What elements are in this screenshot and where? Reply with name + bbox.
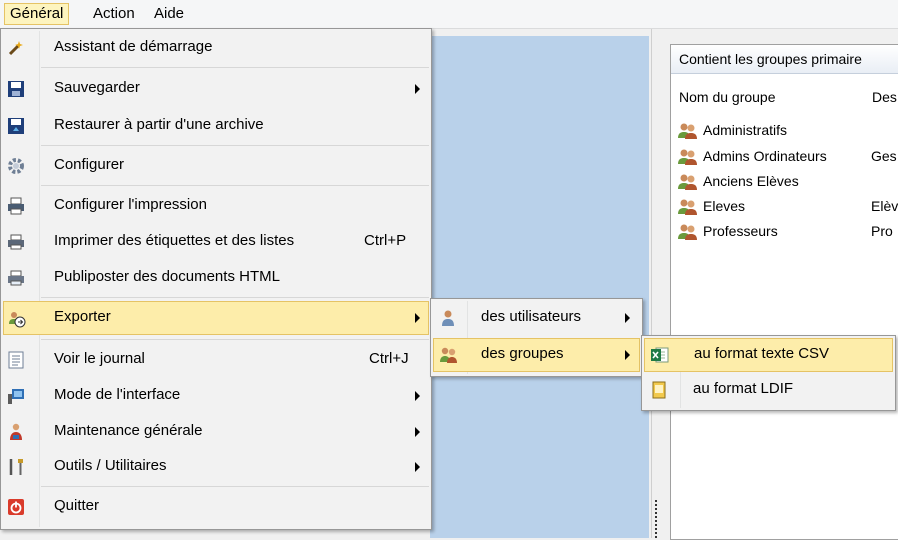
printer-icon [7,233,25,251]
submenu-item-utilisateurs[interactable]: des utilisateurs [433,301,640,335]
group-description: Elèv [871,198,898,214]
group-icon [677,223,699,244]
groups-export-submenu: au format texte CSV au format LDIF [641,335,896,411]
gear-icon [7,157,25,175]
user-icon [439,309,457,327]
mail-merge-icon [7,269,25,287]
menu-item-exporter[interactable]: Exporter [3,301,429,335]
menu-item-assistant[interactable]: Assistant de démarrage [3,31,429,65]
menu-general[interactable]: Général [4,3,70,25]
chevron-right-icon [625,313,630,323]
group-name: Administratifs [703,122,788,138]
ldif-file-icon [650,381,668,399]
menu-item-publiposter[interactable]: Publiposter des documents HTML [3,261,429,295]
menu-bar: Général Action Aide [0,0,898,29]
group-icon [439,346,457,364]
maintenance-icon [7,423,25,441]
group-icon [677,198,699,219]
general-menu: Assistant de démarrage Sauvegarder Resta… [0,28,432,530]
export-submenu: des utilisateurs des groupes [430,298,643,377]
power-icon [7,498,25,516]
chevron-right-icon [415,462,420,472]
chevron-right-icon [625,350,630,360]
restore-icon [7,117,25,135]
menu-action[interactable]: Action [88,3,140,25]
menu-item-restaurer[interactable]: Restaurer à partir d'une archive [3,109,429,143]
group-icon [677,122,699,143]
menu-aide[interactable]: Aide [149,3,189,25]
chevron-right-icon [415,313,420,323]
tools-icon [7,458,25,476]
group-icon [677,173,699,194]
splitter-grip[interactable] [655,500,657,538]
menu-item-outils[interactable]: Outils / Utilitaires [3,450,429,484]
menu-item-imprimer[interactable]: Imprimer des étiquettes et des listes Ct… [3,225,429,259]
group-name: Anciens Elèves [703,173,799,189]
group-description: Ges [871,148,897,164]
splitter[interactable] [651,29,661,538]
group-name: Professeurs [703,223,778,239]
menu-item-configurer[interactable]: Configurer [3,149,429,183]
chevron-right-icon [415,84,420,94]
menu-item-mode-interface[interactable]: Mode de l'interface [3,379,429,413]
menu-item-sauvegarder[interactable]: Sauvegarder [3,72,429,106]
interface-mode-icon [7,387,25,405]
column-header-group-name[interactable]: Nom du groupe [679,89,776,105]
workspace-area [430,36,649,538]
excel-csv-icon [650,346,669,364]
menu-item-configurer-impression[interactable]: Configurer l'impression [3,189,429,223]
group-icon [677,148,699,169]
wand-icon [7,39,25,57]
group-description: Pro [871,223,893,239]
submenu-item-csv[interactable]: au format texte CSV [644,338,893,372]
chevron-right-icon [415,391,420,401]
groups-panel: Contient les groupes primaire Nom du gro… [670,44,898,540]
group-name: Admins Ordinateurs [703,148,827,164]
column-header-description[interactable]: Des [872,89,897,105]
menu-item-quitter[interactable]: Quitter [3,490,429,524]
printer-settings-icon [7,197,25,215]
log-icon [7,351,25,369]
menu-item-journal[interactable]: Voir le journal Ctrl+J [3,343,429,377]
save-icon [7,80,25,98]
chevron-right-icon [415,427,420,437]
submenu-item-ldif[interactable]: au format LDIF [644,373,893,407]
submenu-item-groupes[interactable]: des groupes [433,338,640,372]
groups-panel-header: Contient les groupes primaire [671,45,898,74]
menu-item-maintenance[interactable]: Maintenance générale [3,415,429,449]
export-icon [8,310,26,328]
group-name: Eleves [703,198,746,214]
